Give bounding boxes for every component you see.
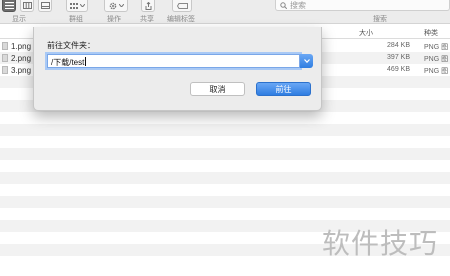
search-field[interactable]: 搜索 — [275, 0, 450, 11]
cancel-button[interactable]: 取消 — [190, 82, 245, 96]
column-header-kind[interactable]: 种类 — [424, 28, 438, 38]
empty-row — [0, 136, 450, 148]
view-gallery-mode-button[interactable] — [38, 0, 52, 12]
chevron-down-icon — [118, 4, 124, 7]
search-label: 搜索 — [373, 16, 387, 23]
finder-toolbar: 显示 群组 操作 共享 编辑标签 搜索 搜索 — [0, 0, 450, 24]
edit-tags-label: 编辑标签 — [167, 16, 195, 23]
path-history-dropdown[interactable] — [300, 54, 313, 68]
text-caret — [85, 57, 87, 66]
column-view-icon — [22, 2, 32, 9]
gallery-view-icon — [40, 2, 50, 9]
png-file-icon — [2, 66, 8, 74]
file-kind: PNG 图 — [424, 44, 449, 51]
file-name: 1.png — [11, 42, 32, 51]
search-icon — [280, 1, 287, 9]
share-button[interactable] — [141, 0, 155, 12]
group-label: 群组 — [69, 16, 83, 23]
empty-row — [0, 112, 450, 124]
view-label: 显示 — [12, 16, 26, 23]
chevron-down-icon — [303, 59, 310, 63]
share-label: 共享 — [140, 16, 154, 23]
png-file-icon — [2, 42, 8, 50]
group-button[interactable] — [66, 0, 88, 12]
file-kind: PNG 图 — [424, 56, 449, 63]
file-size: 284 KB — [387, 42, 410, 49]
file-name: 3.png — [11, 66, 32, 75]
go-button[interactable]: 前往 — [256, 82, 311, 96]
png-file-icon — [2, 54, 8, 62]
empty-row — [0, 184, 450, 196]
go-to-folder-dialog: 前往文件夹： /下载/test 取消 前往 — [33, 27, 322, 111]
search-placeholder: 搜索 — [290, 0, 306, 10]
view-icon-mode-button[interactable] — [2, 0, 16, 12]
gear-icon — [109, 2, 116, 9]
grid-icon — [69, 2, 78, 9]
watermark-text: 软件技巧 — [322, 227, 439, 260]
action-label: 操作 — [107, 16, 121, 23]
share-icon — [145, 1, 151, 10]
file-size: 397 KB — [387, 54, 410, 61]
file-name: 2.png — [11, 54, 32, 63]
empty-row — [0, 148, 450, 160]
chevron-down-icon — [79, 4, 85, 7]
dialog-title: 前往文件夹： — [47, 41, 95, 50]
empty-row — [0, 208, 450, 220]
empty-row — [0, 124, 450, 136]
view-column-mode-button[interactable] — [20, 0, 34, 12]
empty-row — [0, 160, 450, 172]
tag-icon — [176, 2, 188, 9]
empty-row — [0, 172, 450, 184]
folder-path-input[interactable]: /下载/test — [47, 54, 300, 68]
action-button[interactable] — [104, 0, 128, 12]
folder-path-value: /下载/test — [51, 58, 85, 67]
empty-row — [0, 196, 450, 208]
edit-tags-button[interactable] — [172, 0, 192, 12]
column-header-size[interactable]: 大小 — [359, 28, 373, 38]
list-view-icon — [4, 2, 14, 9]
file-size: 469 KB — [387, 66, 410, 73]
file-kind: PNG 图 — [424, 68, 449, 75]
